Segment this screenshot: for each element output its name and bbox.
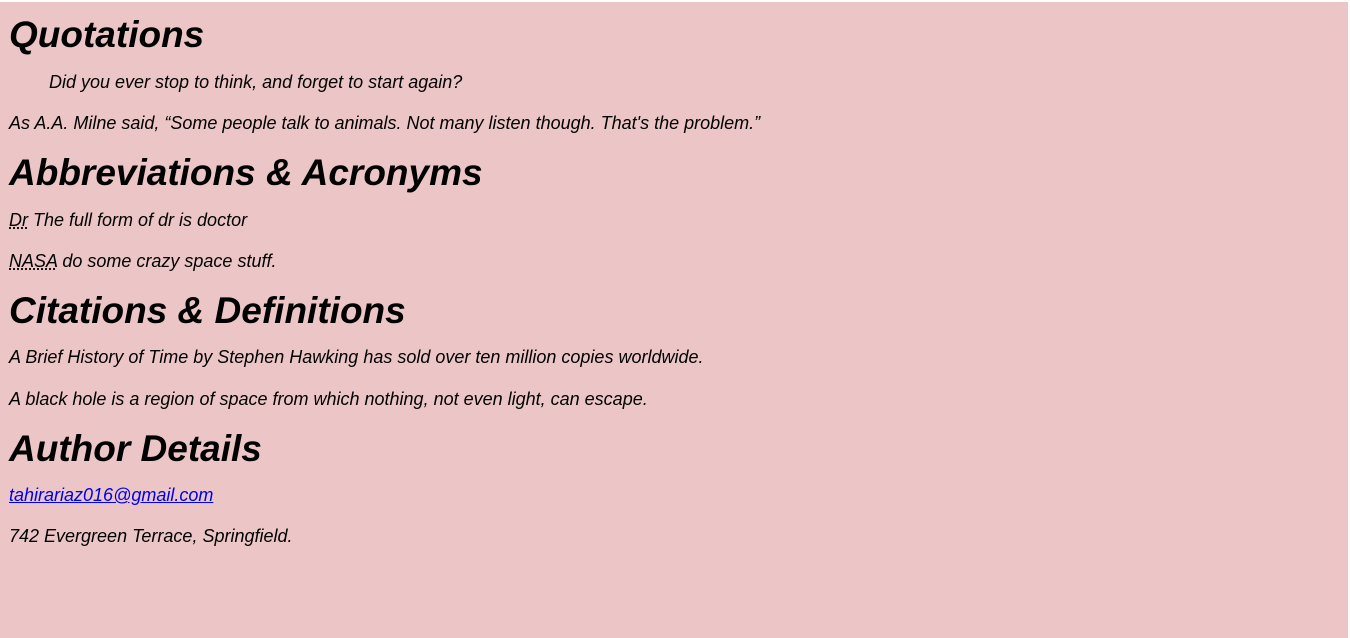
- main-content: Quotations Did you ever stop to think, a…: [0, 14, 1348, 547]
- citation-paragraph: A Brief History of Time by Stephen Hawki…: [9, 347, 704, 367]
- abbr-nasa[interactable]: NASA: [9, 251, 57, 271]
- heading-abbreviations: Abbreviations & Acronyms: [9, 152, 483, 193]
- email-link[interactable]: tahirariaz016@gmail.com: [9, 485, 213, 505]
- inline-quote: Some people talk to animals. Not many li…: [164, 113, 760, 133]
- page-body: Quotations Did you ever stop to think, a…: [0, 2, 1348, 638]
- inline-quote-prefix: As A.A. Milne said,: [9, 113, 165, 133]
- heading-quotations: Quotations: [9, 14, 205, 55]
- author-address: 742 Evergreen Terrace, Springfield.: [9, 526, 293, 546]
- block-quote: Did you ever stop to think, and forget t…: [49, 72, 463, 92]
- author-email-line: tahirariaz016@gmail.com: [9, 485, 1348, 506]
- abbr-description: do some crazy space stuff.: [57, 251, 277, 271]
- abbreviation-item: Dr The full form of dr is doctor: [9, 210, 1348, 231]
- abbreviation-item: NASA do some crazy space stuff.: [9, 251, 1348, 272]
- definition-paragraph: A black hole is a region of space from w…: [9, 389, 648, 409]
- heading-citations: Citations & Definitions: [9, 290, 406, 331]
- abbr-dr[interactable]: Dr: [9, 210, 28, 230]
- heading-author-details: Author Details: [9, 428, 262, 469]
- inline-quote-paragraph: As A.A. Milne said, Some people talk to …: [9, 113, 1348, 134]
- abbr-description: The full form of dr is doctor: [28, 210, 248, 230]
